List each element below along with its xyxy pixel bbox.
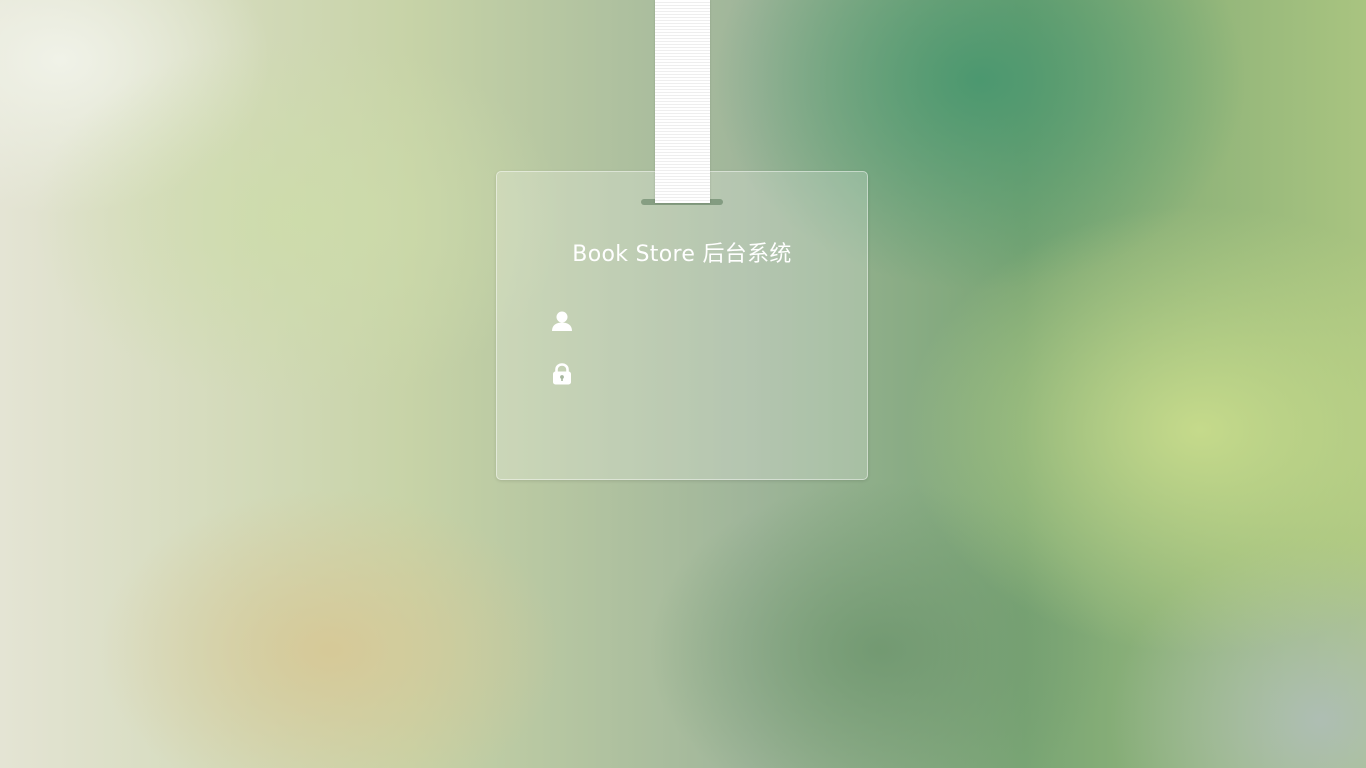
user-icon xyxy=(550,309,574,333)
password-input[interactable] xyxy=(586,359,830,389)
username-input[interactable] xyxy=(586,306,830,336)
lock-icon xyxy=(550,362,574,386)
username-row xyxy=(550,306,830,336)
login-card: Book Store 后台系统 xyxy=(496,171,868,480)
lanyard-strap xyxy=(655,0,710,203)
password-row xyxy=(550,359,830,389)
page-title: Book Store 后台系统 xyxy=(572,242,792,267)
